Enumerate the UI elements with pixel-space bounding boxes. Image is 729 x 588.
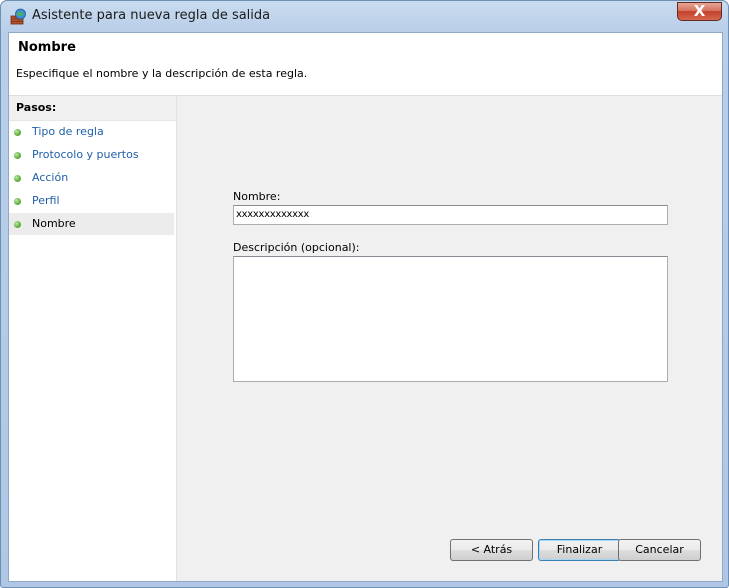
wizard-window: Asistente para nueva regla de salida X N… bbox=[0, 0, 729, 588]
step-status-dot-icon bbox=[14, 175, 21, 182]
wizard-client-area: Nombre Especifique el nombre y la descri… bbox=[8, 32, 723, 582]
name-input[interactable]: xxxxxxxxxxxxx bbox=[233, 205, 668, 225]
step-item-tipo-de-regla[interactable]: Tipo de regla bbox=[9, 121, 174, 143]
steps-panel: Pasos: Tipo de regla Protocolo y puertos… bbox=[9, 96, 177, 581]
firewall-wizard-icon bbox=[10, 8, 26, 25]
back-button[interactable]: < Atrás bbox=[450, 539, 533, 561]
step-item-accion[interactable]: Acción bbox=[9, 167, 174, 189]
page-title: Nombre bbox=[18, 40, 76, 55]
title-bar[interactable]: Asistente para nueva regla de salida X bbox=[1, 1, 728, 32]
description-field-label: Descripción (opcional): bbox=[233, 241, 360, 254]
step-status-dot-icon bbox=[14, 221, 21, 228]
step-item-nombre: Nombre bbox=[9, 213, 174, 235]
step-item-perfil[interactable]: Perfil bbox=[9, 190, 174, 212]
name-input-value: xxxxxxxxxxxxx bbox=[236, 209, 310, 220]
finish-button[interactable]: Finalizar bbox=[538, 539, 621, 561]
window-title: Asistente para nueva regla de salida bbox=[32, 8, 271, 23]
steps-heading-label: Pasos: bbox=[16, 101, 57, 114]
step-label: Acción bbox=[32, 171, 69, 184]
step-status-dot-icon bbox=[14, 129, 21, 136]
steps-heading: Pasos: bbox=[9, 96, 176, 121]
step-status-dot-icon bbox=[14, 198, 21, 205]
step-label: Nombre bbox=[32, 217, 76, 230]
wizard-header: Nombre Especifique el nombre y la descri… bbox=[9, 33, 722, 96]
step-item-protocolo-y-puertos[interactable]: Protocolo y puertos bbox=[9, 144, 174, 166]
page-description: Especifique el nombre y la descripción d… bbox=[16, 67, 308, 80]
cancel-button[interactable]: Cancelar bbox=[618, 539, 701, 561]
description-textarea[interactable] bbox=[233, 256, 668, 382]
close-button[interactable]: X bbox=[677, 2, 722, 21]
step-status-dot-icon bbox=[14, 152, 21, 159]
step-label: Protocolo y puertos bbox=[32, 148, 139, 161]
step-label: Perfil bbox=[32, 194, 60, 207]
name-field-label: Nombre: bbox=[233, 190, 281, 203]
close-icon: X bbox=[693, 2, 706, 20]
step-label: Tipo de regla bbox=[32, 125, 104, 138]
wizard-content: Nombre: xxxxxxxxxxxxx Descripción (opcio… bbox=[177, 96, 722, 581]
